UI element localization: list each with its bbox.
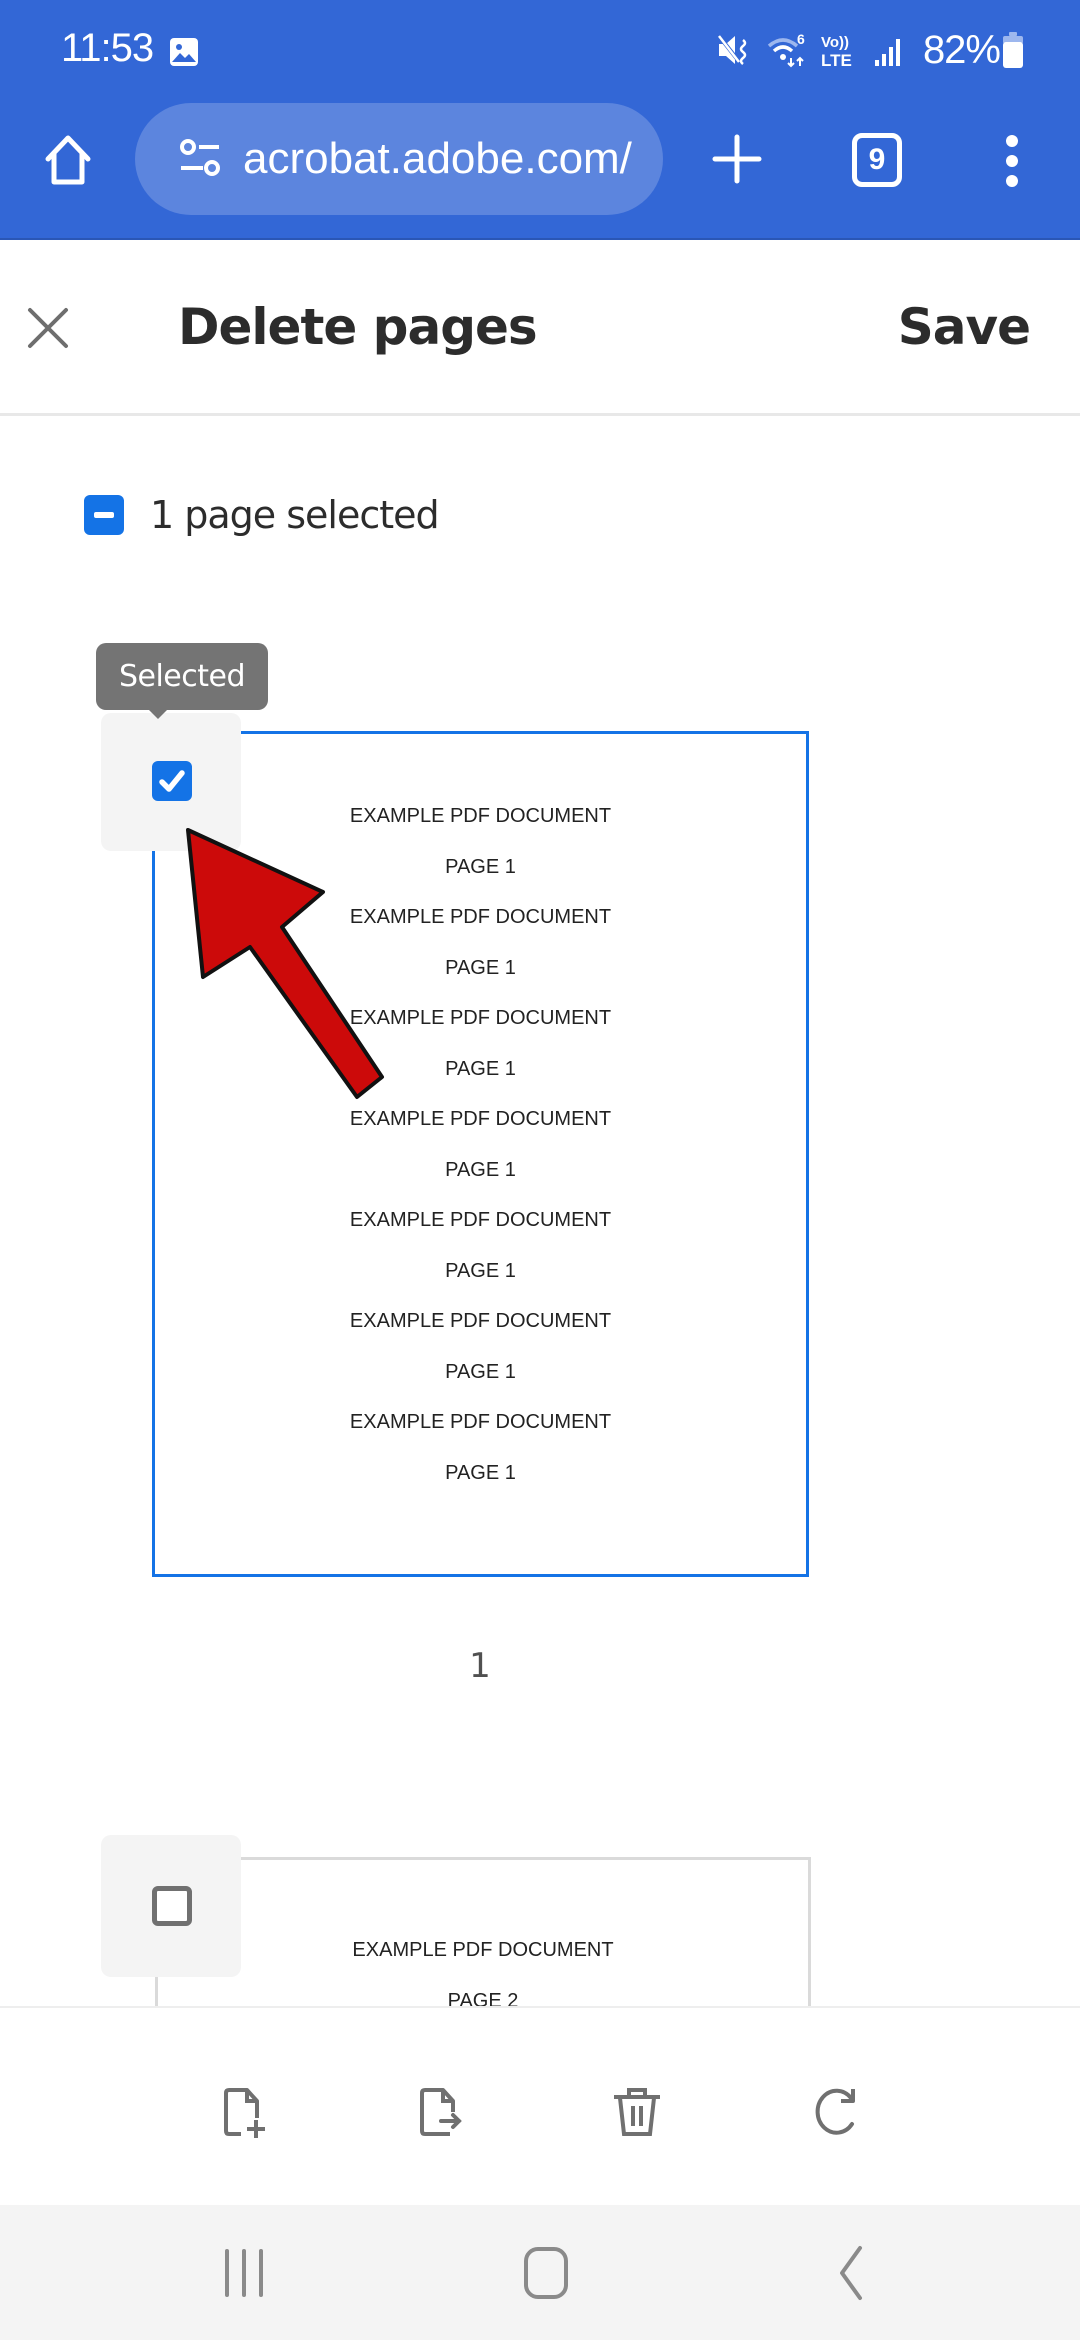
pdf-text-line: PAGE 1 (445, 1259, 516, 1282)
page-1-content: EXAMPLE PDF DOCUMENT PAGE 1 EXAMPLE PDF DO… (155, 791, 806, 1498)
tooltip-text: Selected (118, 659, 246, 694)
pdf-text-line: PAGE 1 (445, 855, 516, 878)
pdf-text-line: EXAMPLE PDF DOCUMENT (349, 1411, 612, 1433)
pdf-text-line: EXAMPLE PDF DOCUMENT (349, 1007, 612, 1029)
extract-page-button[interactable] (413, 2084, 469, 2140)
svg-text:6: 6 (797, 31, 805, 47)
pdf-text-line: PAGE 1 (445, 1360, 516, 1383)
save-button[interactable]: Save (898, 298, 1031, 356)
status-time: 11:53 (61, 26, 154, 70)
tab-count: 9 (868, 143, 886, 176)
close-icon[interactable] (26, 306, 70, 350)
pdf-text-line: PAGE 1 (445, 1461, 516, 1484)
page-thumbnail-1[interactable]: EXAMPLE PDF DOCUMENT PAGE 1 EXAMPLE PDF DO… (152, 731, 809, 1577)
url-text: acrobat.adobe.com/ (243, 134, 632, 183)
pdf-text-line: EXAMPLE PDF DOCUMENT (349, 1209, 612, 1231)
mute-icon (717, 34, 747, 66)
status-icons: 6 Vo)) LTE 82% (715, 24, 1024, 76)
file-add-icon (224, 2088, 265, 2138)
pdf-text-line: EXAMPLE PDF DOCUMENT (349, 805, 612, 827)
new-tab-button[interactable] (712, 134, 762, 184)
more-options-icon[interactable] (998, 134, 1026, 188)
pdf-text-line: PAGE 1 (445, 1057, 516, 1080)
selection-summary: 1 page selected (150, 493, 440, 537)
checkmark-icon (159, 770, 185, 792)
pdf-text-line: PAGE 1 (445, 1158, 516, 1181)
select-all-row[interactable]: 1 page selected (84, 493, 440, 537)
pdf-text-line: EXAMPLE PDF DOCUMENT (349, 1108, 612, 1130)
rotate-clockwise-icon (815, 2088, 855, 2135)
dialog-title: Delete pages (178, 298, 538, 356)
pdf-text-line: EXAMPLE PDF DOCUMENT (349, 906, 612, 928)
page-1-check-panel[interactable] (101, 713, 241, 851)
system-nav-bar (0, 2205, 1080, 2340)
back-nav-button[interactable] (820, 2245, 880, 2301)
selected-tooltip: Selected (96, 643, 268, 719)
battery-icon (1003, 32, 1023, 68)
volte-icon: Vo)) LTE (821, 34, 852, 70)
insert-page-button[interactable] (217, 2084, 273, 2140)
pdf-text-line: PAGE 1 (445, 956, 516, 979)
svg-text:LTE: LTE (821, 51, 852, 70)
file-export-icon (420, 2088, 462, 2136)
tab-switcher-button[interactable]: 9 (852, 133, 902, 187)
address-bar[interactable]: acrobat.adobe.com/ (135, 103, 663, 215)
svg-text:Vo)): Vo)) (821, 34, 849, 51)
trash-icon (614, 2088, 660, 2136)
select-all-checkbox[interactable] (84, 495, 124, 535)
dialog-header: Delete pages Save (0, 242, 1080, 416)
gallery-icon (170, 38, 198, 66)
wifi-6-icon: 6 (767, 31, 805, 68)
site-settings-icon[interactable] (177, 136, 223, 182)
page-2-checkbox[interactable] (152, 1886, 192, 1926)
page-1-checkbox[interactable] (152, 761, 192, 801)
home-nav-button[interactable] (516, 2245, 576, 2301)
page-number-1: 1 (469, 1646, 491, 1686)
battery-percent: 82% (922, 27, 1001, 72)
signal-icon (874, 39, 900, 66)
browser-chrome: 11:53 6 Vo)) LTE 82% acrobat.adobe.com/ … (0, 0, 1080, 240)
page-actions-toolbar (0, 2006, 1080, 2205)
recent-apps-button[interactable] (214, 2245, 274, 2301)
page-2-check-panel[interactable] (101, 1835, 241, 1977)
rotate-page-button[interactable] (807, 2084, 863, 2140)
delete-page-button[interactable] (609, 2084, 665, 2140)
pdf-text-line: EXAMPLE PDF DOCUMENT (352, 1939, 614, 1961)
home-button[interactable] (40, 132, 96, 188)
pdf-text-line: EXAMPLE PDF DOCUMENT (349, 1310, 612, 1332)
